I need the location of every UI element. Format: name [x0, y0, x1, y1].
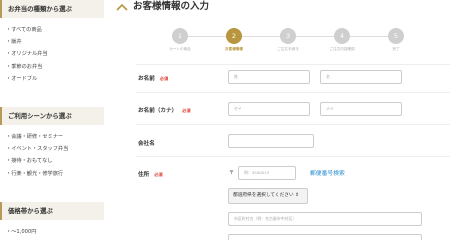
sidebar-heading-type: お弁当の種類から選ぶ	[0, 0, 104, 18]
required-badge: 必須	[182, 108, 191, 113]
chevron-up-icon	[116, 3, 128, 11]
name-label: お名前	[138, 76, 155, 82]
sidebar-item-seasonal-bento[interactable]: ・季節のお弁当	[6, 61, 48, 73]
first-kana-input[interactable]: メイ	[320, 102, 402, 116]
step-number: 2	[226, 28, 242, 44]
postal-mark: 〒	[229, 170, 235, 176]
sidebar-list-price: ・〜1,000円	[6, 226, 36, 238]
company-input[interactable]	[228, 134, 314, 148]
first-name-input[interactable]: 名	[320, 70, 402, 84]
step-complete: 5 完了	[376, 28, 416, 52]
progress-stepper: 1 カートの商品 2 お客様情報 3 ご注文手続き 4 ご注文内容確認 5 完了	[116, 28, 450, 56]
step-label: お客様情報	[225, 47, 243, 51]
step-order-confirm: 4 ご注文内容確認	[322, 28, 362, 52]
step-cart: 1 カートの商品	[160, 28, 200, 52]
sidebar-item-meeting[interactable]: ・会議・研修・セミナー	[6, 131, 68, 143]
page-header: お客様情報の入力	[116, 0, 450, 16]
kana-row-label: お名前（カナ） 必須	[138, 106, 191, 114]
step-label: カートの商品	[169, 47, 191, 51]
sidebar-item-event[interactable]: ・イベント・スタッフ弁当	[6, 143, 68, 155]
step-order-procedure: 3 ご注文手続き	[268, 28, 308, 52]
required-badge: 必須	[154, 172, 163, 177]
address-line-input[interactable]	[228, 234, 422, 240]
step-label: ご注文手続き	[277, 47, 299, 51]
sidebar-item-excursion[interactable]: ・行楽・観光・修学旅行	[6, 168, 68, 180]
last-name-input[interactable]: 姓	[228, 70, 310, 84]
step-number: 4	[334, 28, 350, 44]
sidebar-item-hospitality[interactable]: ・接待・おもてなし	[6, 155, 68, 167]
postal-search-button[interactable]: 郵便番号検索	[310, 168, 345, 177]
step-number: 3	[280, 28, 296, 44]
sidebar-list-scene: ・会議・研修・セミナー ・イベント・スタッフ弁当 ・接待・おもてなし ・行楽・観…	[6, 131, 68, 180]
city-input[interactable]: 市区町村名（例：名古屋市中村区）	[228, 212, 422, 226]
company-label: 会社名	[138, 141, 155, 147]
sidebar-item-all-products[interactable]: ・すべての商品	[6, 24, 48, 36]
divider	[136, 156, 450, 157]
sidebar-heading-price: 価格帯から選ぶ	[0, 202, 104, 220]
address-label: 住所	[138, 172, 150, 178]
page-title: お客様情報の入力	[133, 1, 210, 12]
divider	[136, 64, 450, 65]
postal-code-input[interactable]: 例：4500015	[238, 166, 296, 180]
last-kana-input[interactable]: セイ	[228, 102, 310, 116]
step-number: 1	[172, 28, 188, 44]
sidebar: お弁当の種類から選ぶ ・すべての商品 ・飯弁 ・オリジナル弁当 ・季節のお弁当 …	[0, 0, 104, 240]
sidebar-heading-scene: ご利用シーンから選ぶ	[0, 107, 104, 125]
address-row-label: 住所 必須	[138, 170, 163, 178]
sidebar-item-meshi-bento[interactable]: ・飯弁	[6, 36, 48, 48]
prefecture-select[interactable]: 都道府県を選択してください ⇕	[228, 188, 308, 204]
divider	[136, 92, 450, 93]
name-row-label: お名前 必須	[138, 74, 168, 82]
sidebar-item-hors-doeuvre[interactable]: ・オードブル	[6, 73, 48, 85]
sidebar-list-type: ・すべての商品 ・飯弁 ・オリジナル弁当 ・季節のお弁当 ・オードブル	[6, 24, 48, 85]
step-label: 完了	[392, 47, 400, 51]
step-customer-info: 2 お客様情報	[214, 28, 254, 52]
main-content: お客様情報の入力 1 カートの商品 2 お客様情報 3 ご注文手続き 4 ご注文…	[116, 0, 450, 240]
sidebar-item-price-under-1000[interactable]: ・〜1,000円	[6, 226, 36, 238]
step-label: ご注文内容確認	[329, 47, 355, 51]
required-badge: 必須	[159, 76, 169, 81]
sidebar-item-original-bento[interactable]: ・オリジナル弁当	[6, 48, 48, 60]
divider	[136, 124, 450, 125]
kana-label: お名前（カナ）	[138, 108, 178, 114]
step-number: 5	[388, 28, 404, 44]
